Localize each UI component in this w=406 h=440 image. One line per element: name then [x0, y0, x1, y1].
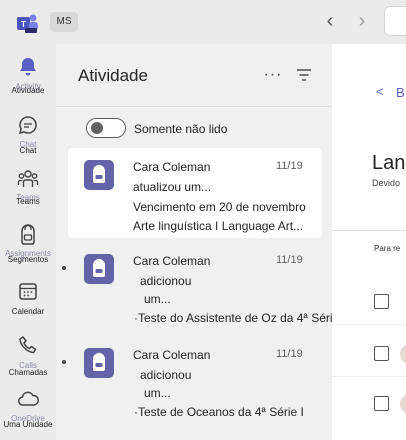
activity-item[interactable]: Cara Coleman 11/19 adicionou um... ·Test…	[62, 242, 346, 332]
more-options-button[interactable]: ···	[262, 66, 284, 84]
teams-logo-icon[interactable]: T	[15, 12, 39, 34]
title-bar: T MS ‹ ›	[0, 0, 406, 44]
pane-divider	[56, 106, 332, 107]
calendar-icon	[19, 283, 37, 300]
rail-label: Teams	[16, 197, 40, 206]
rail-item-calendar[interactable]: Calendar	[0, 272, 56, 328]
back-chevron-icon[interactable]: <	[376, 84, 384, 99]
search-input[interactable]	[384, 6, 406, 36]
activity-item[interactable]: Cara Coleman 11/19 atualizou um... Venci…	[68, 148, 322, 238]
profile-chip[interactable]: MS	[50, 12, 78, 32]
assignment-detail-pane: < B Lan Devido Para re	[332, 44, 406, 440]
timestamp: 11/19	[276, 254, 303, 266]
pane-title: Atividade	[78, 66, 148, 85]
rail-label: Calendar	[11, 307, 45, 316]
activity-line: adicionou	[140, 368, 192, 382]
content-divider	[332, 230, 406, 231]
rail-label: Chat	[19, 146, 37, 155]
avatar	[400, 394, 406, 414]
rail-item-assignments[interactable]: Assignments Segmentos	[0, 216, 56, 272]
bell-icon	[20, 58, 36, 76]
rail-label: Segmentos	[7, 255, 49, 264]
activity-line: um...	[144, 386, 171, 400]
rail-item-teams[interactable]: Teams Teams	[0, 160, 56, 216]
filter-icon[interactable]	[294, 66, 314, 84]
rail-item-chat[interactable]: Chat Chat	[0, 106, 56, 162]
teams-icon	[17, 170, 39, 187]
timestamp: 11/19	[276, 348, 303, 360]
row-checkbox[interactable]	[374, 346, 389, 361]
onedrive-icon	[18, 391, 39, 406]
activity-line: Arte linguística I Language Art...	[133, 219, 304, 233]
back-button[interactable]: ‹	[318, 8, 342, 34]
backpack-icon	[84, 348, 114, 378]
unread-dot	[62, 360, 66, 364]
rail-label: Chamadas	[8, 368, 48, 377]
activity-line: ·Teste do Assistente de Oz da 4ª Série I	[134, 311, 346, 325]
timestamp: 11/19	[276, 160, 303, 172]
sender-name: Cara Coleman	[133, 348, 211, 362]
unread-dot	[62, 266, 66, 270]
app-rail: Activity Atividade Chat Chat Teams Teams	[0, 44, 56, 440]
row-checkbox[interactable]	[374, 294, 389, 309]
sender-name: Cara Coleman	[133, 160, 211, 174]
column-header: Para re	[374, 244, 401, 253]
assignment-title: Lan	[372, 152, 406, 174]
rail-label: Uma Unidade	[3, 420, 53, 429]
activity-line: um...	[144, 292, 171, 306]
rail-label: Atividade	[11, 86, 45, 95]
calls-icon	[19, 336, 37, 354]
back-link[interactable]: B	[396, 85, 405, 100]
row-divider	[332, 324, 406, 325]
activity-item[interactable]: Cara Coleman 11/19 adicionou um... ·Test…	[62, 336, 322, 426]
svg-text:T: T	[21, 20, 26, 29]
due-label: Devido	[372, 178, 401, 188]
row-checkbox[interactable]	[374, 396, 389, 411]
toggle-knob	[91, 122, 103, 134]
backpack-icon	[84, 160, 114, 190]
chat-icon	[18, 116, 37, 135]
avatar	[400, 344, 406, 364]
activity-line: Vencimento em 20 de novembro	[133, 200, 306, 214]
rail-item-calls[interactable]: Calls Chamadas	[0, 326, 56, 382]
forward-button[interactable]: ›	[350, 8, 374, 34]
row-divider	[332, 376, 406, 377]
activity-line: ·Teste de Oceanos da 4ª Série I	[134, 405, 304, 419]
activity-line: atualizou um...	[133, 180, 212, 194]
assignments-icon	[21, 224, 35, 245]
unread-only-toggle[interactable]	[86, 118, 126, 138]
sender-name: Cara Coleman	[133, 254, 211, 268]
activity-line: adicionou	[140, 274, 192, 288]
activity-pane: Atividade ··· Somente não lido Cara Cole…	[56, 44, 346, 440]
toggle-label: Somente não lido	[134, 122, 228, 136]
rail-item-activity[interactable]: Activity Atividade	[0, 48, 56, 104]
backpack-icon	[84, 254, 114, 284]
rail-item-onedrive[interactable]: OneDrive Uma Unidade	[0, 380, 56, 436]
